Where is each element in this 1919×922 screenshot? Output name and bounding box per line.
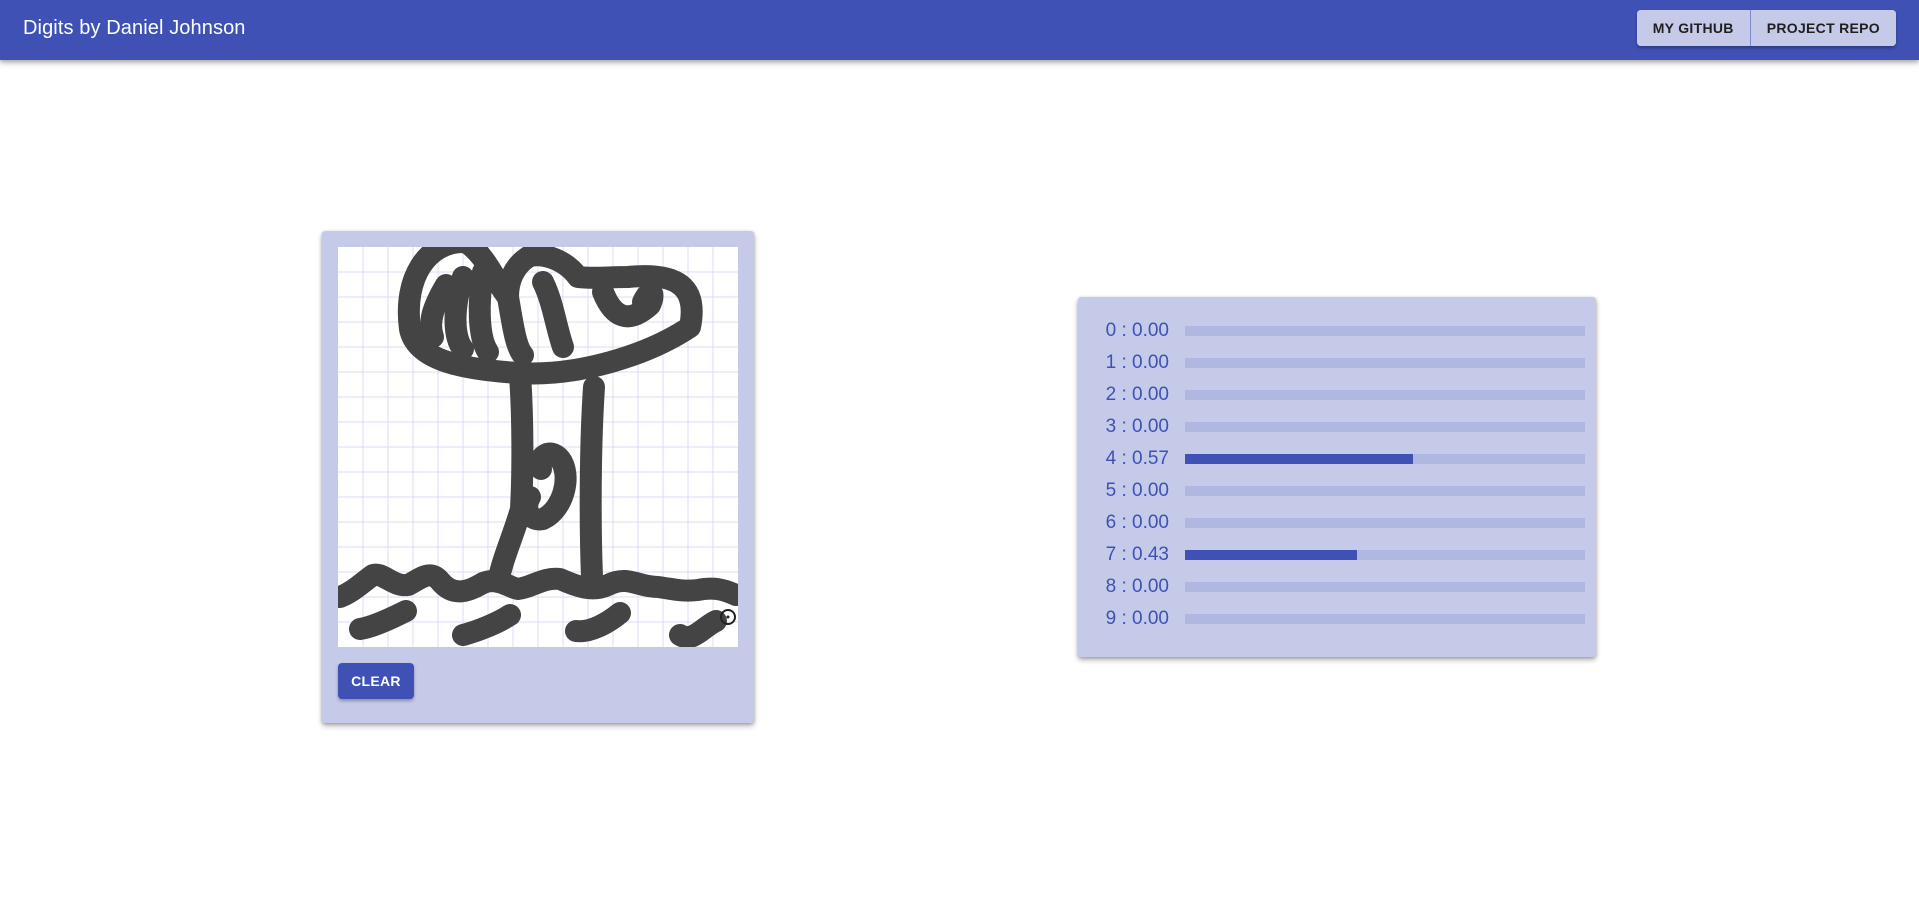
prediction-label: 9 : 0.00 <box>1105 608 1169 629</box>
prediction-bar-fill <box>1185 550 1357 560</box>
prediction-label: 8 : 0.00 <box>1105 576 1169 597</box>
prediction-bar-track <box>1185 582 1585 592</box>
prediction-bar-track <box>1185 390 1585 400</box>
prediction-row-0: 0 : 0.00 <box>1093 319 1585 343</box>
drawing-canvas[interactable] <box>338 247 738 647</box>
prediction-row-3: 3 : 0.00 <box>1093 415 1585 439</box>
header-button-group: MY GITHUB PROJECT REPO <box>1636 10 1896 46</box>
prediction-label: 2 : 0.00 <box>1105 384 1169 405</box>
app-bar: Digits by Daniel Johnson MY GITHUB PROJE… <box>0 0 1919 60</box>
prediction-label: 6 : 0.00 <box>1105 512 1169 533</box>
prediction-row-9: 9 : 0.00 <box>1093 607 1585 631</box>
prediction-label: 3 : 0.00 <box>1105 416 1169 437</box>
my-github-button[interactable]: MY GITHUB <box>1636 10 1750 46</box>
prediction-bar-fill <box>1185 454 1413 464</box>
drawing-card: CLEAR <box>322 231 754 723</box>
prediction-bar-track <box>1185 454 1585 464</box>
clear-button[interactable]: CLEAR <box>338 663 414 699</box>
prediction-bar-track <box>1185 550 1585 560</box>
prediction-bar-track <box>1185 486 1585 496</box>
prediction-row-5: 5 : 0.00 <box>1093 479 1585 503</box>
prediction-bar-track <box>1185 614 1585 624</box>
prediction-row-1: 1 : 0.00 <box>1093 351 1585 375</box>
prediction-bar-track <box>1185 326 1585 336</box>
project-repo-button[interactable]: PROJECT REPO <box>1749 10 1896 46</box>
canvas-drawing <box>338 247 738 647</box>
prediction-bar-track <box>1185 358 1585 368</box>
predictions-card: 0 : 0.00 1 : 0.00 2 : 0.00 3 : 0.00 4 : … <box>1078 297 1596 657</box>
prediction-label: 7 : 0.43 <box>1105 544 1169 565</box>
prediction-row-8: 8 : 0.00 <box>1093 575 1585 599</box>
prediction-label: 4 : 0.57 <box>1105 448 1169 469</box>
prediction-bar-track <box>1185 518 1585 528</box>
prediction-bar-track <box>1185 422 1585 432</box>
prediction-label: 0 : 0.00 <box>1105 320 1169 341</box>
prediction-row-2: 2 : 0.00 <box>1093 383 1585 407</box>
prediction-row-7: 7 : 0.43 <box>1093 543 1585 567</box>
prediction-row-4: 4 : 0.57 <box>1093 447 1585 471</box>
prediction-label: 1 : 0.00 <box>1105 352 1169 373</box>
prediction-label: 5 : 0.00 <box>1105 480 1169 501</box>
prediction-row-6: 6 : 0.00 <box>1093 511 1585 535</box>
app-title: Digits by Daniel Johnson <box>23 17 246 39</box>
